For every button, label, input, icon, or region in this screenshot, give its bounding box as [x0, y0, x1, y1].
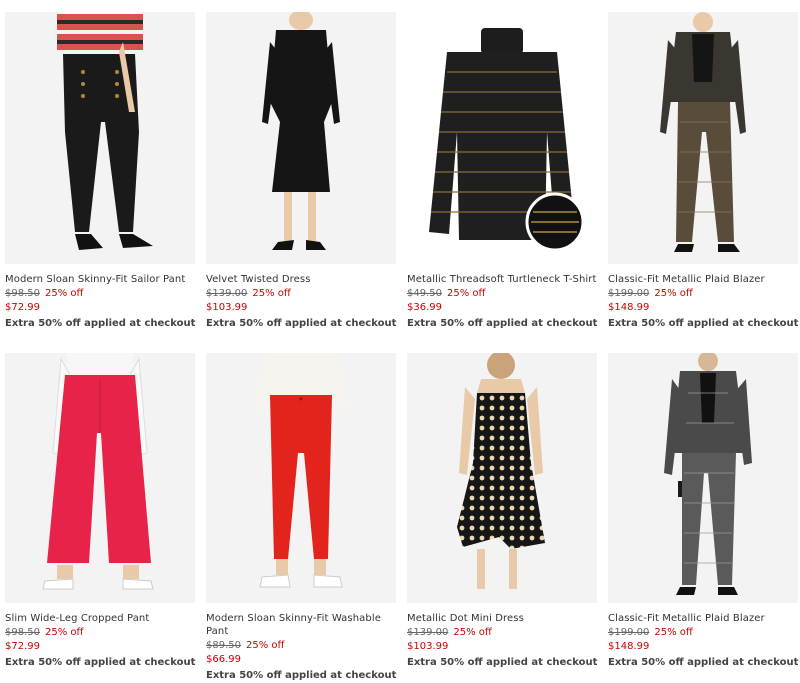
discount-label: 25% off: [252, 288, 291, 299]
original-price: $139.00: [206, 288, 248, 299]
product-name[interactable]: Velvet Twisted Dress: [206, 273, 396, 286]
product-card[interactable]: Classic-Fit Metallic Plaid Blazer $199.0…: [608, 353, 798, 670]
sale-price: $103.99: [206, 302, 248, 313]
dot-mini-dress-image: [407, 353, 597, 603]
original-price: $139.00: [407, 627, 449, 638]
sale-price: $72.99: [5, 641, 40, 652]
price-row: $139.00 25% off: [407, 626, 597, 640]
discount-label: 25% off: [654, 627, 693, 638]
turtleneck-image: [407, 12, 597, 264]
sale-price: $148.99: [608, 302, 650, 313]
sale-price: $103.99: [407, 641, 449, 652]
sale-price: $148.99: [608, 641, 650, 652]
product-card[interactable]: Classic-Fit Metallic Plaid Blazer $199.0…: [608, 12, 798, 331]
price-row: $89.50 25% off: [206, 639, 396, 653]
promo-text: Extra 50% off applied at checkout: [206, 670, 397, 681]
plaid-blazer-image: [608, 12, 798, 264]
promo-text: Extra 50% off applied at checkout: [206, 318, 397, 329]
discount-label: 25% off: [453, 627, 492, 638]
sale-price: $72.99: [5, 302, 40, 313]
product-image[interactable]: [206, 12, 396, 264]
promo-text: Extra 50% off applied at checkout: [608, 657, 799, 668]
product-image[interactable]: [5, 353, 195, 603]
discount-label: 25% off: [246, 640, 285, 651]
original-price: $98.50: [5, 288, 40, 299]
wide-leg-pant-image: [5, 353, 195, 603]
price-row: $98.50 25% off: [5, 626, 195, 640]
product-name[interactable]: Modern Sloan Skinny-Fit Washable Pant: [206, 612, 396, 638]
original-price: $89.50: [206, 640, 241, 651]
product-name[interactable]: Modern Sloan Skinny-Fit Sailor Pant: [5, 273, 195, 286]
product-name[interactable]: Metallic Threadsoft Turtleneck T-Shirt: [407, 273, 597, 286]
original-price: $199.00: [608, 627, 650, 638]
product-card[interactable]: Slim Wide-Leg Cropped Pant $98.50 25% off…: [5, 353, 195, 670]
product-name[interactable]: Classic-Fit Metallic Plaid Blazer: [608, 612, 798, 625]
original-price: $98.50: [5, 627, 40, 638]
product-card[interactable]: Modern Sloan Skinny-Fit Washable Pant $8…: [206, 353, 396, 683]
product-grid: Modern Sloan Skinny-Fit Sailor Pant $98.…: [0, 0, 800, 681]
original-price: $199.00: [608, 288, 650, 299]
product-card[interactable]: Metallic Dot Mini Dress $139.00 25% off $…: [407, 353, 597, 670]
discount-label: 25% off: [654, 288, 693, 299]
sale-price: $36.99: [407, 302, 442, 313]
product-image[interactable]: [608, 353, 798, 603]
promo-text: Extra 50% off applied at checkout: [407, 318, 598, 329]
product-image[interactable]: [407, 353, 597, 603]
product-image[interactable]: [5, 12, 195, 264]
promo-text: Extra 50% off applied at checkout: [407, 657, 598, 668]
discount-label: 25% off: [45, 627, 84, 638]
plaid-blazer-image: [608, 353, 798, 603]
product-name[interactable]: Metallic Dot Mini Dress: [407, 612, 597, 625]
product-name[interactable]: Classic-Fit Metallic Plaid Blazer: [608, 273, 798, 286]
price-row: $98.50 25% off: [5, 287, 195, 301]
original-price: $49.50: [407, 288, 442, 299]
sailor-pant-image: [5, 12, 195, 264]
promo-text: Extra 50% off applied at checkout: [608, 318, 799, 329]
product-card[interactable]: Modern Sloan Skinny-Fit Sailor Pant $98.…: [5, 12, 195, 331]
price-row: $139.00 25% off: [206, 287, 396, 301]
product-image[interactable]: [206, 353, 396, 603]
price-row: $199.00 25% off: [608, 626, 798, 640]
sale-price: $66.99: [206, 654, 241, 665]
price-row: $49.50 25% off: [407, 287, 597, 301]
product-name[interactable]: Slim Wide-Leg Cropped Pant: [5, 612, 195, 625]
product-image[interactable]: [407, 12, 597, 264]
product-card[interactable]: Metallic Threadsoft Turtleneck T-Shirt $…: [407, 12, 597, 331]
velvet-dress-image: [206, 12, 396, 264]
promo-text: Extra 50% off applied at checkout: [5, 657, 196, 668]
discount-label: 25% off: [45, 288, 84, 299]
product-image[interactable]: [608, 12, 798, 264]
price-row: $199.00 25% off: [608, 287, 798, 301]
washable-pant-image: [206, 353, 396, 603]
discount-label: 25% off: [447, 288, 486, 299]
product-card[interactable]: Velvet Twisted Dress $139.00 25% off $103…: [206, 12, 396, 331]
promo-text: Extra 50% off applied at checkout: [5, 318, 196, 329]
